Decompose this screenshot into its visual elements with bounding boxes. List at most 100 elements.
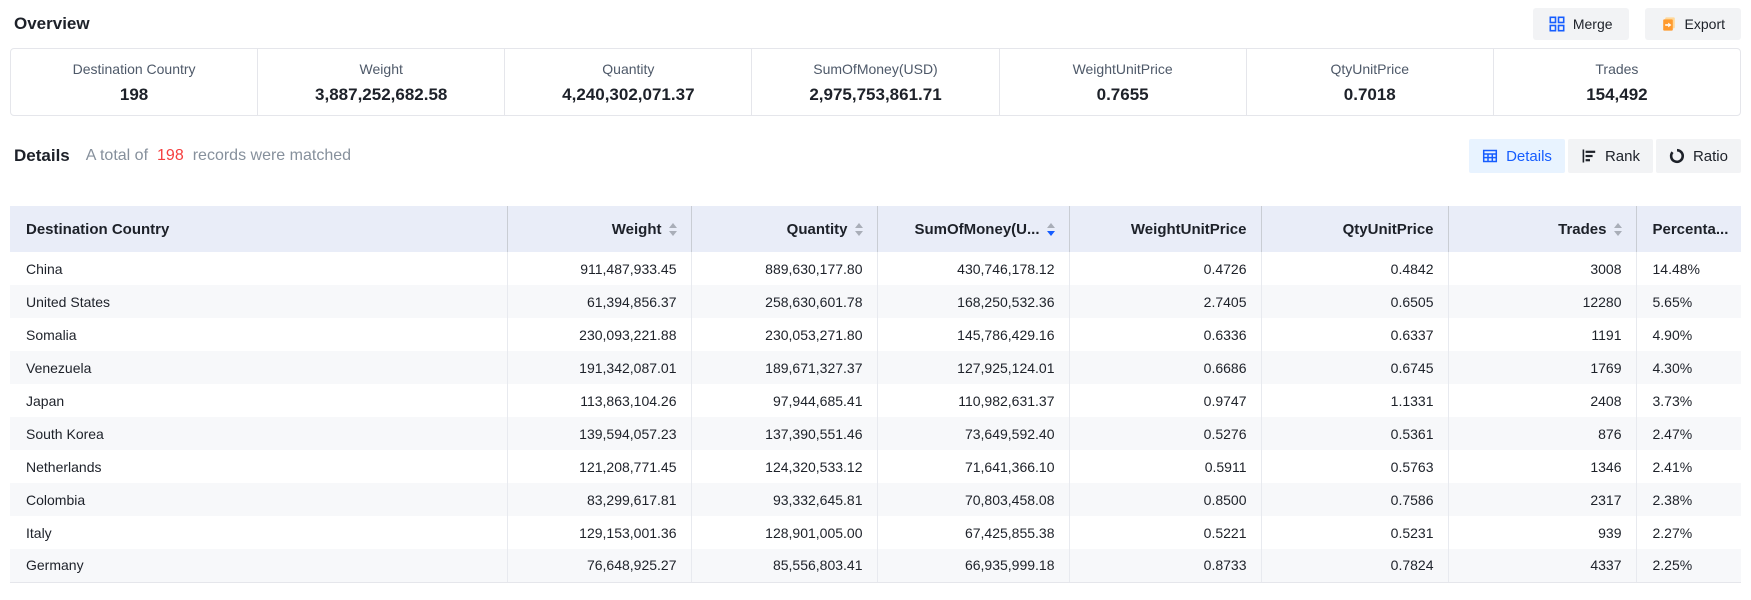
cell-qtyunitprice: 0.6745 [1261, 351, 1448, 384]
cell-percenta: 2.25% [1636, 549, 1741, 582]
cell-percenta: 2.47% [1636, 417, 1741, 450]
cell-quantity: 230,053,271.80 [691, 318, 877, 351]
caret-up-icon [1614, 223, 1622, 228]
pie-chart-icon [1669, 148, 1685, 164]
cell-weight: 911,487,933.45 [507, 252, 691, 285]
stat-label: SumOfMoney(USD) [752, 60, 998, 78]
sort-carets [669, 223, 677, 236]
column-header-trades[interactable]: Trades [1448, 206, 1636, 252]
caret-down-icon [855, 231, 863, 236]
toolbar-actions: Merge Export [1533, 8, 1741, 40]
cell-percenta: 2.41% [1636, 450, 1741, 483]
column-header-sumofmoney-u[interactable]: SumOfMoney(U... [877, 206, 1069, 252]
cell-weight: 139,594,057.23 [507, 417, 691, 450]
stat-quantity: Quantity4,240,302,071.37 [505, 49, 752, 115]
records-summary-suffix: records were matched [193, 147, 351, 165]
merge-button[interactable]: Merge [1533, 8, 1629, 40]
stat-label: Quantity [505, 60, 751, 78]
table-row-colombia: Colombia83,299,617.8193,332,645.8170,803… [10, 483, 1741, 516]
cell-weightunitprice: 0.5221 [1069, 516, 1261, 549]
merge-icon [1549, 16, 1565, 32]
stat-sumofmoney-usd: SumOfMoney(USD)2,975,753,861.71 [752, 49, 999, 115]
view-switch: Details Rank Ratio [1469, 139, 1741, 173]
stat-weight: Weight3,887,252,682.58 [258, 49, 505, 115]
cell-qtyunitprice: 0.6337 [1261, 318, 1448, 351]
column-header-quantity[interactable]: Quantity [691, 206, 877, 252]
cell-qtyunitprice: 0.5361 [1261, 417, 1448, 450]
cell-weightunitprice: 0.5911 [1069, 450, 1261, 483]
cell-percenta: 14.48% [1636, 252, 1741, 285]
view-rank-button[interactable]: Rank [1568, 139, 1653, 173]
cell-sumofmoney-u: 70,803,458.08 [877, 483, 1069, 516]
view-ratio-button[interactable]: Ratio [1656, 139, 1741, 173]
column-header-label: WeightUnitPrice [1131, 221, 1247, 238]
sort-carets [855, 223, 863, 236]
stat-label: Weight [258, 60, 504, 78]
cell-sumofmoney-u: 430,746,178.12 [877, 252, 1069, 285]
cell-sumofmoney-u: 66,935,999.18 [877, 549, 1069, 582]
records-count: 198 [157, 147, 184, 165]
cell-trades: 4337 [1448, 549, 1636, 582]
country-cell: Colombia [10, 483, 507, 516]
cell-weightunitprice: 0.5276 [1069, 417, 1261, 450]
table-header-row: Destination CountryWeightQuantitySumOfMo… [10, 206, 1741, 252]
view-details-button[interactable]: Details [1469, 139, 1565, 173]
table-row-venezuela: Venezuela191,342,087.01189,671,327.37127… [10, 351, 1741, 384]
cell-trades: 1769 [1448, 351, 1636, 384]
table-row-somalia: Somalia230,093,221.88230,053,271.80145,7… [10, 318, 1741, 351]
caret-down-icon [1614, 231, 1622, 236]
column-header-label: SumOfMoney(U... [914, 221, 1039, 238]
cell-trades: 12280 [1448, 285, 1636, 318]
country-cell: United States [10, 285, 507, 318]
export-button[interactable]: Export [1645, 8, 1741, 40]
bar-chart-icon [1581, 148, 1597, 164]
column-header-percenta: Percenta... [1636, 206, 1741, 252]
country-cell: China [10, 252, 507, 285]
country-cell: Netherlands [10, 450, 507, 483]
stat-value: 198 [11, 85, 257, 105]
cell-weight: 121,208,771.45 [507, 450, 691, 483]
cell-weightunitprice: 2.7405 [1069, 285, 1261, 318]
stat-value: 0.7655 [1000, 85, 1246, 105]
records-summary-prefix: A total of [86, 147, 148, 165]
details-table-wrap: Destination CountryWeightQuantitySumOfMo… [10, 206, 1741, 583]
cell-weight: 83,299,617.81 [507, 483, 691, 516]
cell-weight: 191,342,087.01 [507, 351, 691, 384]
table-row-italy: Italy129,153,001.36128,901,005.0067,425,… [10, 516, 1741, 549]
details-table: Destination CountryWeightQuantitySumOfMo… [10, 206, 1741, 583]
column-header-weight[interactable]: Weight [507, 206, 691, 252]
cell-trades: 3008 [1448, 252, 1636, 285]
cell-percenta: 3.73% [1636, 384, 1741, 417]
caret-up-icon [669, 223, 677, 228]
cell-quantity: 93,332,645.81 [691, 483, 877, 516]
cell-quantity: 889,630,177.80 [691, 252, 877, 285]
caret-up-icon [855, 223, 863, 228]
cell-qtyunitprice: 0.6505 [1261, 285, 1448, 318]
column-header-weightunitprice: WeightUnitPrice [1069, 206, 1261, 252]
cell-sumofmoney-u: 73,649,592.40 [877, 417, 1069, 450]
view-rank-label: Rank [1605, 148, 1640, 165]
country-cell: Venezuela [10, 351, 507, 384]
cell-qtyunitprice: 0.7586 [1261, 483, 1448, 516]
cell-percenta: 4.90% [1636, 318, 1741, 351]
table-icon [1482, 148, 1498, 164]
cell-sumofmoney-u: 71,641,366.10 [877, 450, 1069, 483]
cell-qtyunitprice: 0.5231 [1261, 516, 1448, 549]
cell-qtyunitprice: 0.5763 [1261, 450, 1448, 483]
cell-weight: 76,648,925.27 [507, 549, 691, 582]
country-cell: Somalia [10, 318, 507, 351]
stat-label: Trades [1494, 60, 1740, 78]
cell-trades: 1191 [1448, 318, 1636, 351]
cell-qtyunitprice: 0.7824 [1261, 549, 1448, 582]
cell-quantity: 137,390,551.46 [691, 417, 877, 450]
cell-weight: 230,093,221.88 [507, 318, 691, 351]
table-row-south-korea: South Korea139,594,057.23137,390,551.467… [10, 417, 1741, 450]
stat-value: 0.7018 [1247, 85, 1493, 105]
cell-weightunitprice: 0.6336 [1069, 318, 1261, 351]
cell-weightunitprice: 0.8500 [1069, 483, 1261, 516]
cell-trades: 2317 [1448, 483, 1636, 516]
details-title: Details [14, 146, 70, 166]
country-cell: Italy [10, 516, 507, 549]
stat-trades: Trades154,492 [1494, 49, 1740, 115]
cell-qtyunitprice: 1.1331 [1261, 384, 1448, 417]
